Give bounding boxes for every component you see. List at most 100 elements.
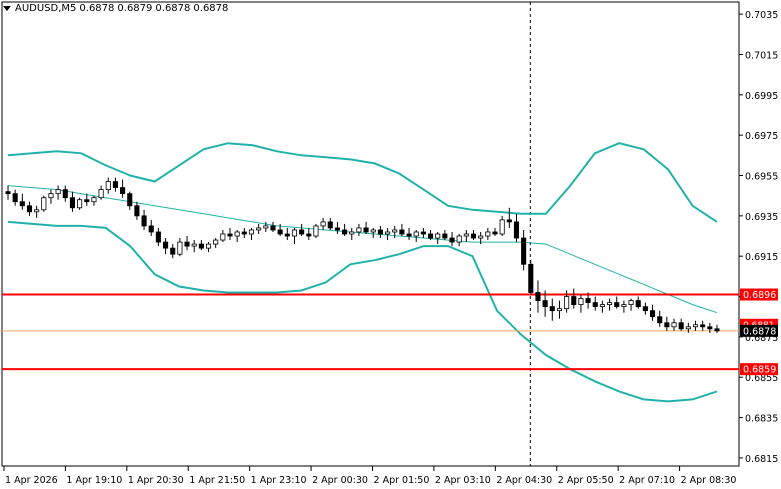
candle (435, 231, 441, 245)
candle-body (105, 181, 111, 191)
candle (184, 236, 190, 251)
x-tick-label: 2 Apr 00:30 (312, 475, 368, 486)
candle-body (184, 241, 190, 247)
candle-body (456, 235, 462, 243)
candle (664, 316, 670, 331)
candle (220, 229, 226, 243)
candle-body (170, 247, 176, 255)
candle-body (77, 199, 83, 209)
candle-body (84, 199, 90, 203)
candle (177, 238, 183, 257)
y-tick-label: 0.7015 (745, 50, 778, 61)
candle (678, 318, 684, 331)
candle (227, 227, 233, 241)
y-tick-label: 0.6955 (745, 171, 778, 182)
candle (385, 227, 391, 241)
candle (41, 195, 47, 212)
candle (55, 185, 61, 200)
candle (342, 223, 348, 237)
x-tick-label: 2 Apr 01:50 (374, 475, 430, 486)
symbol-timeframe: AUDUSD,M5 (15, 3, 77, 14)
candle-body (420, 231, 426, 235)
level-price-label: 0.6896 (743, 290, 776, 301)
candle (521, 229, 527, 271)
candle (578, 294, 584, 313)
candle-body (678, 322, 684, 330)
candle (621, 300, 627, 313)
candle (141, 209, 147, 230)
chart-window[interactable]: 0.7035 0.7015 0.6995 0.6975 0.6955 0.6935 0.69… (0, 0, 781, 489)
symbol-header: AUDUSD,M5 0.6878 0.6879 0.6878 0.6878 (3, 3, 231, 14)
candle-body (299, 229, 305, 235)
candle-body (306, 233, 312, 237)
candle (291, 227, 298, 245)
candle (234, 229, 240, 243)
candle-body (34, 209, 40, 213)
candle (105, 177, 111, 194)
candle-body (69, 197, 76, 209)
candle-body (506, 219, 512, 223)
candle-body (19, 201, 25, 207)
open-value: 0.6878 (79, 3, 115, 14)
candle (198, 240, 204, 251)
candle (248, 227, 255, 241)
candle-body (427, 233, 434, 239)
candle-body (499, 219, 505, 235)
x-tick-label: 1 Apr 2026 (5, 475, 58, 486)
candle-body (614, 302, 620, 308)
candle (399, 223, 405, 237)
candle-body (564, 296, 570, 310)
x-tick-label: 2 Apr 03:10 (435, 475, 491, 486)
candle (513, 213, 520, 243)
candle-body (399, 229, 405, 235)
candle (284, 227, 290, 241)
candle (155, 227, 161, 247)
candle (299, 223, 305, 237)
candle-body (134, 205, 140, 217)
ohlc-values: 0.6878 0.6879 0.6878 0.6878 (79, 3, 231, 14)
candle (205, 242, 212, 253)
candle-body (635, 300, 641, 308)
candle (470, 229, 477, 241)
candle-body (642, 306, 648, 312)
dropdown-triangle-icon[interactable] (3, 6, 11, 11)
candle (12, 189, 18, 206)
candle-body (685, 326, 691, 330)
y-tick-label: 0.6815 (745, 454, 778, 465)
candle (77, 197, 83, 210)
candle-body (62, 189, 68, 199)
candle-body (707, 326, 713, 330)
price-chart[interactable]: 0.7035 0.7015 0.6995 0.6975 0.6955 0.6935 0.69… (0, 0, 781, 489)
candle (356, 223, 362, 237)
candle (98, 185, 104, 200)
candle (599, 300, 605, 313)
candle (413, 229, 419, 243)
candle (685, 322, 691, 333)
x-tick-label: 1 Apr 19:10 (66, 475, 122, 486)
y-tick-label: 0.6835 (745, 414, 778, 425)
candle (700, 320, 706, 331)
candle (91, 195, 97, 206)
low-value: 0.6878 (155, 3, 191, 14)
candle-body (342, 229, 348, 235)
candle (628, 298, 634, 311)
candle-body (320, 221, 326, 227)
candle (406, 227, 412, 241)
candle-body (91, 197, 97, 203)
candle (306, 227, 312, 241)
candle-body (163, 241, 169, 249)
candle (5, 185, 11, 200)
y-tick-label: 0.6995 (745, 91, 778, 102)
candle-body (578, 298, 584, 306)
x-tick-label: 2 Apr 04:30 (496, 475, 552, 486)
candle-body (585, 298, 591, 303)
candle (120, 179, 126, 198)
candle (707, 322, 713, 333)
candle-body (263, 225, 269, 229)
candle-body (549, 306, 555, 312)
candle-body (628, 300, 634, 306)
candle (449, 231, 455, 247)
candle-body (363, 227, 369, 233)
candle (607, 298, 613, 311)
candle-body (370, 229, 376, 233)
